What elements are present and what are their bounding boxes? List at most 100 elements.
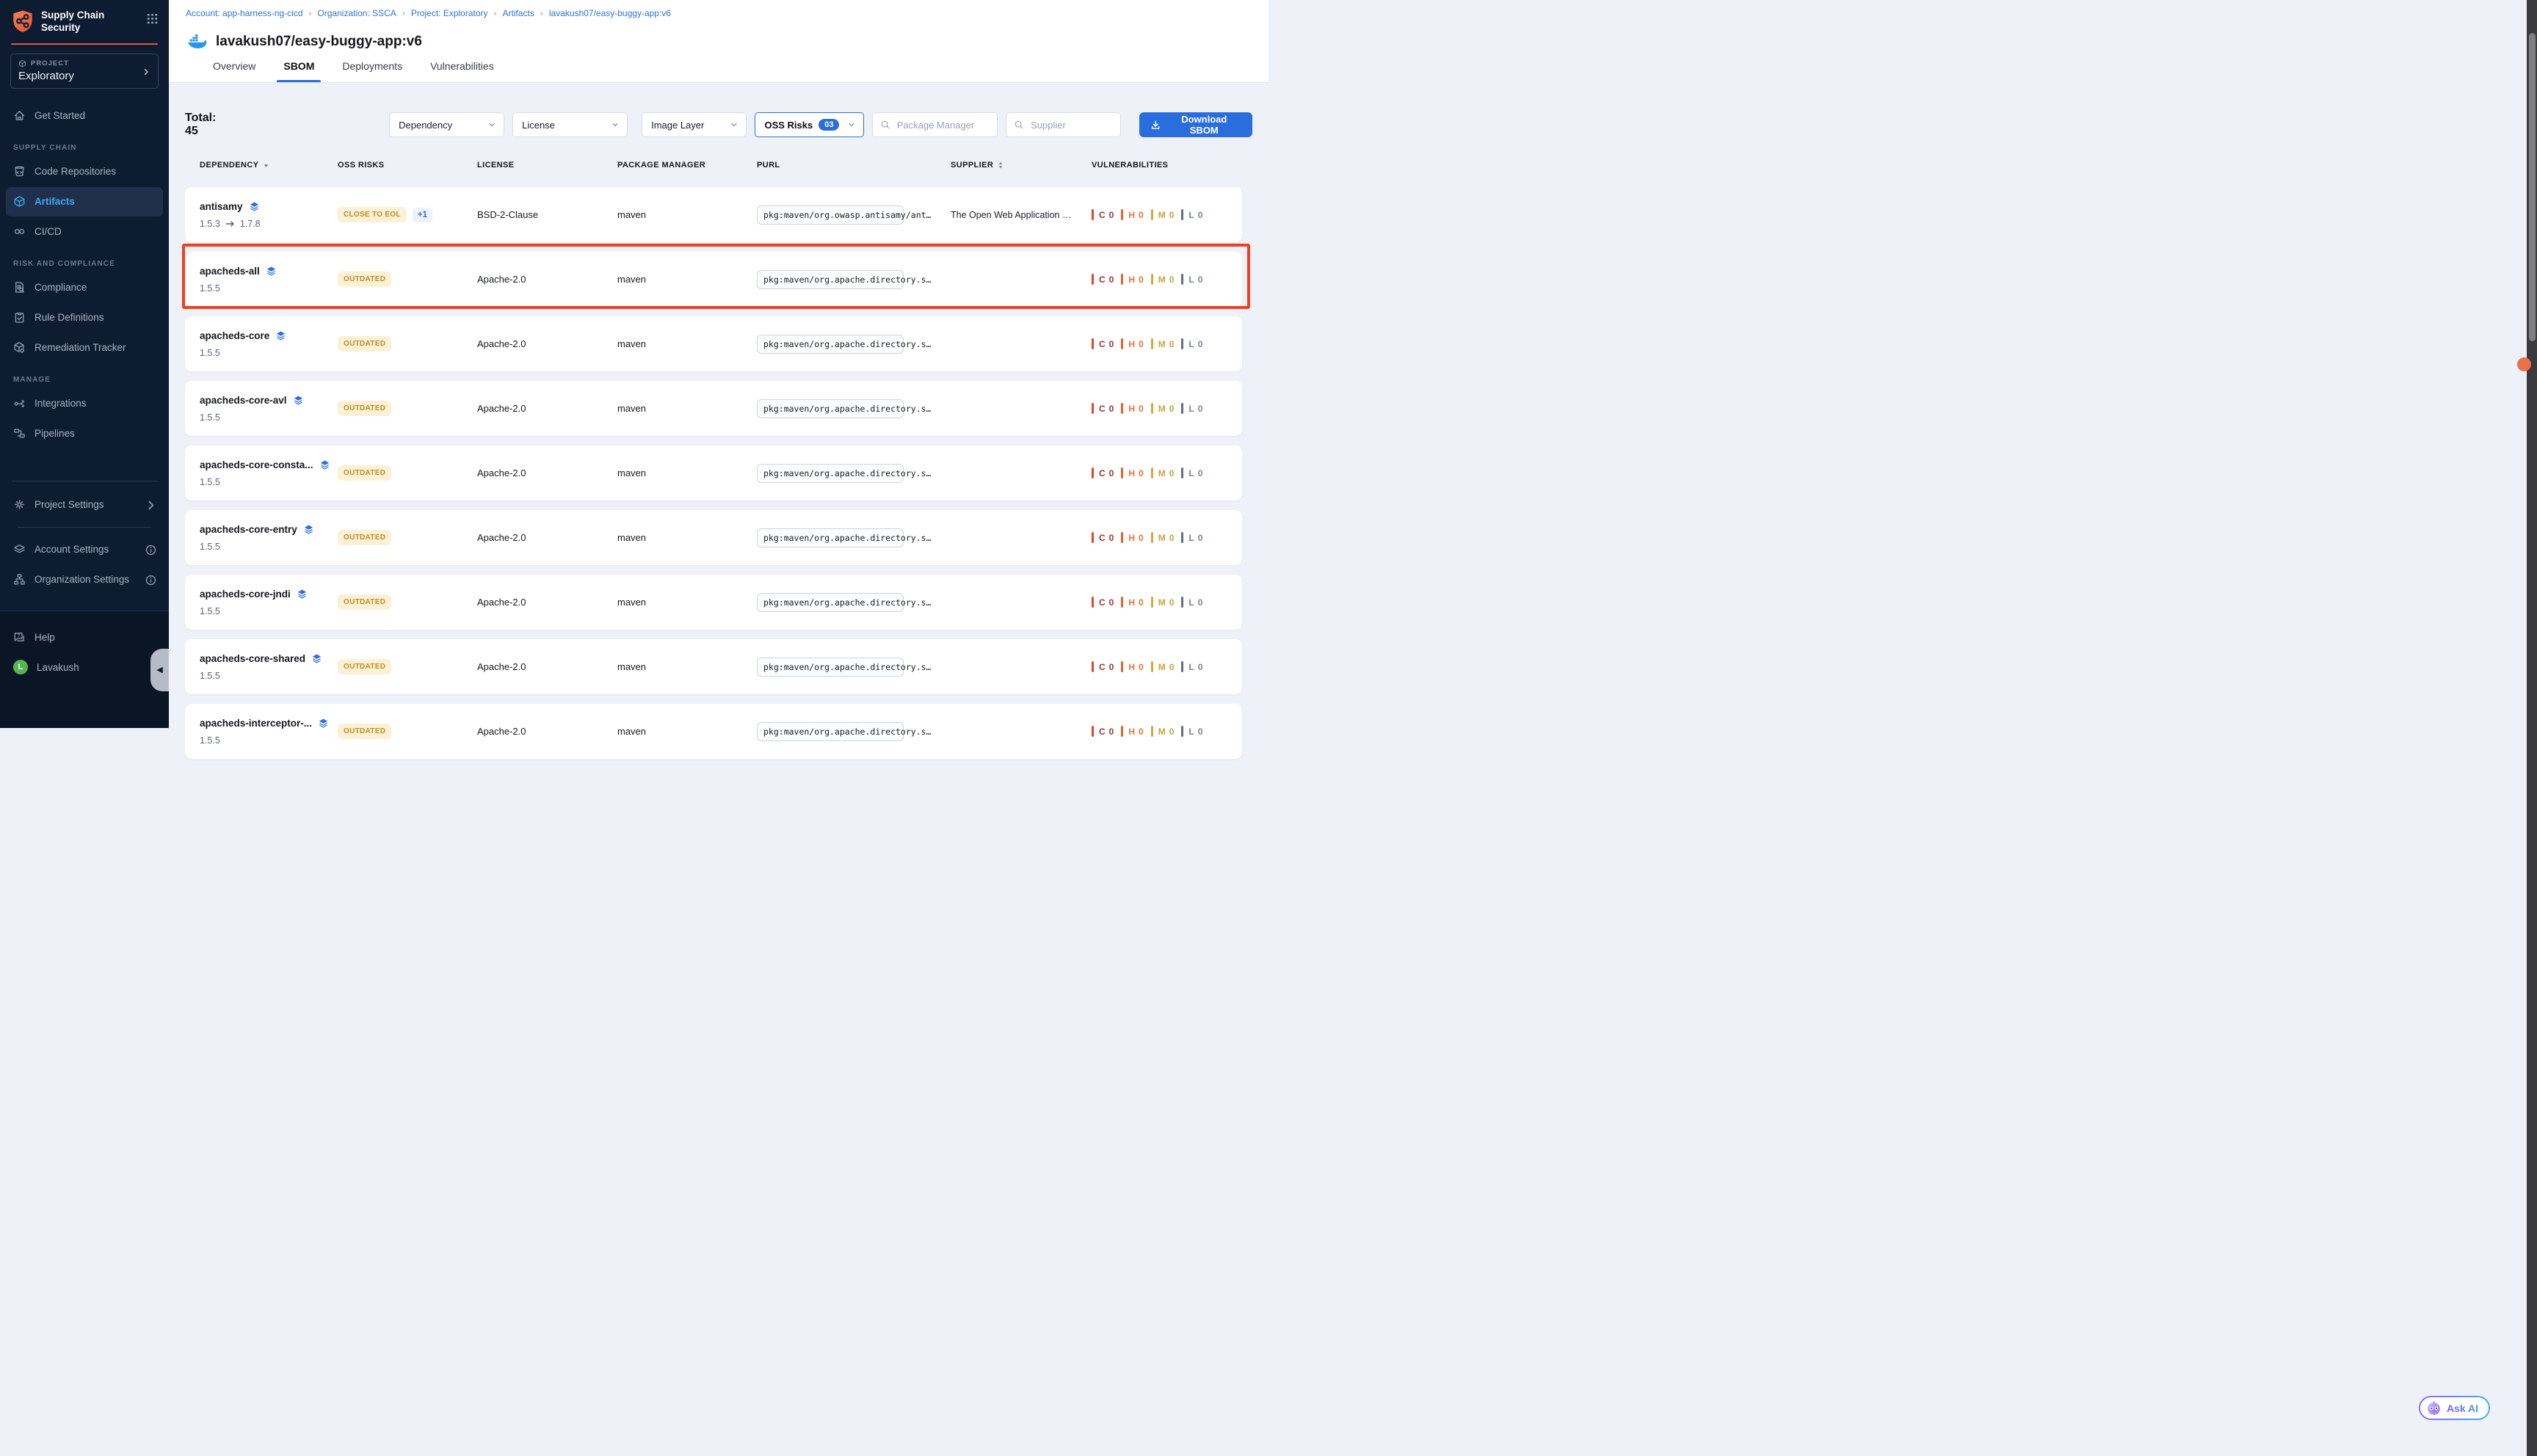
purl-pill[interactable]: pkg:maven/org.apache.directory.s… [757,399,904,418]
table-row-apacheds-all[interactable]: apacheds-all1.5.5OUTDATEDApache-2.0maven… [185,252,1242,307]
breadcrumb-separator: › [402,8,405,18]
dependency-name: apacheds-core-shared [200,653,305,664]
filter-license[interactable]: License [512,112,628,137]
filter-oss-risks[interactable]: OSS Risks03 [755,112,863,137]
ask-ai-button[interactable]: Ask AI [2419,1396,2490,1420]
table-row-antisamy[interactable]: antisamy1.5.31.7.8CLOSE TO EOL+1BSD-2-Cl… [185,187,1242,242]
severity-letter: H [1128,533,1135,543]
severity-count: 0 [1169,339,1175,349]
user-name: Lavakush [37,662,79,673]
version-current: 1.5.5 [200,606,220,616]
download-sbom-button[interactable]: Download SBOM [1139,112,1252,137]
dependency-name: apacheds-interceptor-... [200,718,312,729]
breadcrumb-link[interactable]: Project: Exploratory [411,8,488,18]
vulnerabilities-cell: C0H0M0L0 [1092,532,1242,543]
package-manager-cell: maven [617,338,757,349]
app-grid-icon[interactable] [146,12,159,25]
supplier-input[interactable] [1029,119,1114,131]
table-row-apacheds-core-shared[interactable]: apacheds-core-shared1.5.5OUTDATEDApache-… [185,639,1242,694]
column-label: VULNERABILITIES [1092,161,1168,170]
severity-count: 0 [1198,404,1203,414]
sidebar-item-code-repositories[interactable]: Code Repositories [6,157,163,186]
oss-risks-cell: OUTDATED [338,659,477,674]
severity-count: 0 [1169,533,1175,543]
package-manager-input[interactable] [896,119,991,131]
license-cell: Apache-2.0 [477,403,617,414]
sidebar-item-organization-settings[interactable]: Organization Settings [6,565,163,594]
filter-image-layer[interactable]: Image Layer [642,112,747,137]
package-manager-cell: maven [617,532,757,543]
table-row-apacheds-core-entry[interactable]: apacheds-core-entry1.5.5OUTDATEDApache-2… [185,510,1242,565]
severity-bar [1121,532,1123,543]
sidebar-item-ci-cd[interactable]: CI/CD [6,217,163,247]
sidebar-item-integrations[interactable]: Integrations [6,389,163,418]
breadcrumb-separator: › [494,8,497,18]
user-menu[interactable]: L Lavakush [6,652,163,682]
filter-dependency[interactable]: Dependency [389,112,504,137]
column-header-license[interactable]: LICENSE [477,161,617,170]
column-header-purl[interactable]: PURL [757,161,951,170]
project-label: PROJECT [31,59,69,68]
search-icon [880,120,890,130]
sidebar-collapse-handle[interactable]: ◀ [150,649,169,691]
supplier-search[interactable] [1006,112,1121,137]
table-row-apacheds-core-avl[interactable]: apacheds-core-avl1.5.5OUTDATEDApache-2.0… [185,381,1242,436]
column-header-supplier[interactable]: SUPPLIER [951,161,1092,170]
purl-pill[interactable]: pkg:maven/org.apache.directory.s… [757,593,904,612]
sidebar-item-rule-definitions[interactable]: Rule Definitions [6,303,163,332]
tab-overview[interactable]: Overview [211,60,258,82]
severity-count: 0 [1109,210,1114,220]
purl-cell: pkg:maven/org.apache.directory.s… [757,593,951,612]
sidebar-item-pipelines[interactable]: Pipelines [6,419,163,448]
purl-pill[interactable]: pkg:maven/org.apache.directory.s… [757,270,904,289]
package-manager-search[interactable] [872,112,998,137]
avatar: L [13,660,28,674]
table-row-apacheds-core[interactable]: apacheds-core1.5.5OUTDATEDApache-2.0mave… [185,316,1242,371]
purl-pill[interactable]: pkg:maven/org.apache.directory.s… [757,528,904,547]
column-label: LICENSE [477,161,514,170]
license-cell: Apache-2.0 [477,274,617,285]
column-header-oss-risks[interactable]: OSS RISKS [338,161,477,170]
ai-mascot-icon [2426,1400,2442,1416]
column-header-vulnerabilities[interactable]: VULNERABILITIES [1092,161,1242,170]
tab-sbom[interactable]: SBOM [281,60,316,82]
column-header-dependency[interactable]: DEPENDENCY [200,161,338,170]
purl-pill[interactable]: pkg:maven/org.owasp.antisamy/ant… [757,205,904,225]
project-selector[interactable]: PROJECT Exploratory [10,54,159,89]
breadcrumb-link[interactable]: Account: app-harness-ng-cicd [186,8,302,18]
sidebar-item-get-started[interactable]: Get Started [6,101,163,131]
sidebar-item-remediation-tracker[interactable]: Remediation Tracker [6,333,163,363]
severity-count: 0 [1139,533,1144,543]
license-cell: Apache-2.0 [477,661,617,672]
purl-cell: pkg:maven/org.apache.directory.s… [757,464,951,483]
risk-badge: OUTDATED [338,724,391,739]
sidebar-item-artifacts[interactable]: Artifacts [6,187,163,216]
sidebar-item-project-settings[interactable]: Project Settings [6,490,163,520]
severity-letter: C [1099,597,1106,608]
severity-count: 0 [1109,597,1114,608]
column-header-package-manager[interactable]: PACKAGE MANAGER [617,161,757,170]
license-cell: Apache-2.0 [477,597,617,608]
severity-letter: M [1158,339,1166,349]
purl-pill[interactable]: pkg:maven/org.apache.directory.s… [757,658,904,677]
scrollbar-track[interactable] [2527,0,2537,1456]
tab-deployments[interactable]: Deployments [340,60,404,82]
scrollbar-thumb[interactable] [2529,33,2536,341]
purl-pill[interactable]: pkg:maven/org.apache.directory.s… [757,722,904,741]
breadcrumb-link[interactable]: Artifacts [503,8,534,18]
purl-pill[interactable]: pkg:maven/org.apache.directory.s… [757,335,904,354]
breadcrumb-link[interactable]: Organization: SSCA [317,8,396,18]
help-button[interactable]: ? Help [6,622,163,652]
table-row-apacheds-core-jndi[interactable]: apacheds-core-jndi1.5.5OUTDATEDApache-2.… [185,575,1242,630]
chevron-down-icon [730,120,738,129]
sidebar-item-account-settings[interactable]: Account Settings [6,535,163,564]
severity-letter: H [1128,727,1135,737]
tab-vulnerabilities[interactable]: Vulnerabilities [428,60,496,82]
table-row-apacheds-core-consta[interactable]: apacheds-core-consta...1.5.5OUTDATEDApac… [185,445,1242,500]
sidebar-item-compliance[interactable]: Compliance [6,273,163,302]
table-row-apacheds-interceptor[interactable]: apacheds-interceptor-...1.5.5OUTDATEDApa… [185,704,1242,759]
purl-pill[interactable]: pkg:maven/org.apache.directory.s… [757,464,904,483]
dependency-version: 1.5.5 [200,283,338,294]
breadcrumb-link[interactable]: lavakush07/easy-buggy-app:v6 [549,8,671,18]
severity-bar [1151,209,1153,220]
